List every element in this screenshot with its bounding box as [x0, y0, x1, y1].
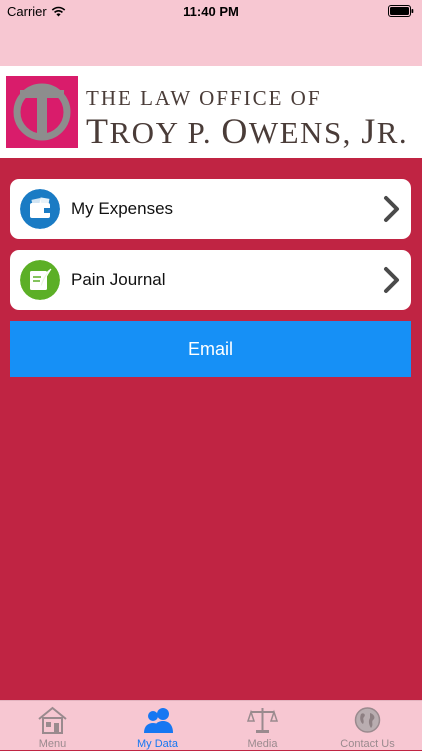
my-expenses-label: My Expenses [71, 199, 174, 218]
tab-menu[interactable]: Menu [0, 701, 105, 751]
tab-contact-us[interactable]: Contact Us [315, 701, 420, 751]
logo-tagline: THE LAW OFFICE OF [86, 86, 322, 110]
chevron-right-icon [384, 267, 399, 293]
tab-label: Contact Us [340, 738, 395, 750]
pain-journal-label: Pain Journal [71, 270, 166, 289]
globe-icon [354, 707, 381, 733]
logo-text: WENS, [248, 115, 362, 150]
tab-bar: Menu My Data Media Contact Us [0, 700, 422, 750]
scales-icon [247, 708, 278, 733]
battery-icon [388, 5, 414, 17]
users-icon [144, 708, 173, 733]
my-expenses-row[interactable]: My Expenses [10, 179, 411, 239]
logo-letter: O [221, 111, 249, 151]
navigation-bar [0, 24, 422, 66]
clock: 11:40 PM [183, 4, 239, 19]
journal-icon [20, 260, 60, 300]
tab-label: Media [247, 738, 278, 750]
pain-journal-row[interactable]: Pain Journal [10, 250, 411, 310]
tab-label: Menu [38, 738, 67, 750]
tab-label: My Data [137, 738, 178, 750]
tab-my-data[interactable]: My Data [105, 701, 210, 751]
logo-letter: T [86, 111, 110, 151]
logo-name: TROY P. OWENS, JR. [86, 110, 408, 152]
email-button[interactable]: Email [10, 321, 411, 377]
email-button-label: Email [187, 338, 233, 359]
home-icon [38, 706, 67, 734]
logo-text: ROY P. [109, 115, 222, 150]
chevron-right-icon [384, 196, 399, 222]
logo-letter: J [361, 111, 377, 151]
wallet-icon [20, 189, 60, 229]
law-office-logo-banner: THE LAW OFFICE OF TROY P. OWENS, JR. [0, 66, 422, 158]
tab-media[interactable]: Media [210, 701, 315, 751]
status-bar: Carrier 11:40 PM [0, 0, 422, 24]
law-office-monogram-icon [6, 76, 78, 148]
logo-text: R. [376, 115, 409, 150]
